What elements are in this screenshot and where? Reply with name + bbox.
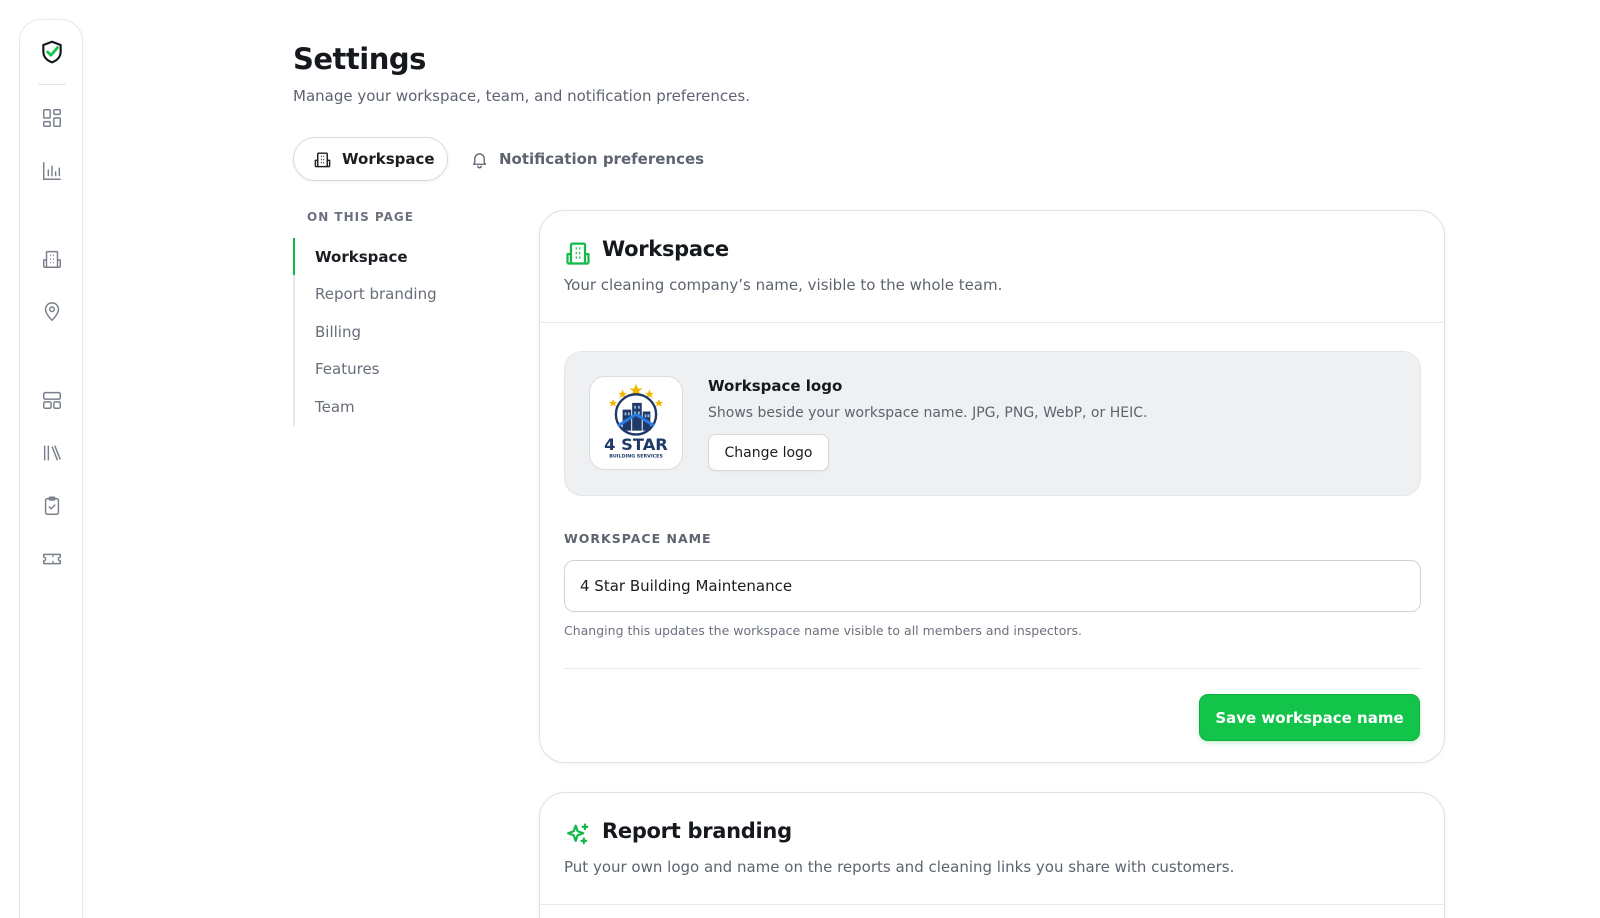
- card-description: Put your own logo and name on the report…: [564, 858, 1235, 876]
- save-workspace-name-button[interactable]: Save workspace name: [1199, 694, 1420, 741]
- on-this-page-item-team[interactable]: Team: [295, 388, 493, 426]
- sparkles-icon: [564, 821, 592, 849]
- ticket-icon[interactable]: [40, 547, 64, 571]
- building-icon: [564, 239, 592, 267]
- workspace-logo-panel: 4 STAR BUILDING SERVICES Workspace logo …: [564, 351, 1421, 496]
- on-this-page-item-report-branding[interactable]: Report branding: [295, 276, 493, 314]
- workspace-logo-title: Workspace logo: [708, 377, 843, 395]
- workspace-logo-description: Shows beside your workspace name. JPG, P…: [708, 405, 1148, 421]
- layout-icon[interactable]: [40, 388, 64, 412]
- clipboard-check-icon[interactable]: [40, 494, 64, 518]
- report-branding-card: Report branding Put your own logo and na…: [539, 792, 1445, 918]
- bar-chart-icon[interactable]: [40, 159, 64, 183]
- change-logo-button[interactable]: Change logo: [708, 434, 829, 471]
- on-this-page-list: Workspace Report branding Billing Featur…: [293, 238, 493, 426]
- tab-label: Workspace: [342, 150, 435, 168]
- on-this-page-item-features[interactable]: Features: [295, 351, 493, 389]
- tab-workspace[interactable]: Workspace: [293, 137, 448, 181]
- card-divider: [540, 322, 1444, 323]
- field-divider: [564, 668, 1421, 669]
- dashboard-grid-icon[interactable]: [40, 106, 64, 130]
- workspace-name-help: Changing this updates the workspace name…: [564, 623, 1082, 638]
- logo-brand-text: 4 STAR: [604, 435, 668, 454]
- page-title: Settings: [293, 42, 426, 76]
- workspace-card: Workspace Your cleaning company’s name, …: [539, 210, 1445, 763]
- logo-brand-subtext: BUILDING SERVICES: [609, 453, 663, 459]
- card-title: Report branding: [602, 819, 792, 843]
- shield-check-icon[interactable]: [39, 39, 65, 65]
- tab-label: Notification preferences: [499, 150, 705, 168]
- workspace-logo-image: 4 STAR BUILDING SERVICES: [589, 376, 683, 470]
- on-this-page-item-billing[interactable]: Billing: [295, 313, 493, 351]
- workspace-name-label: WORKSPACE NAME: [564, 531, 712, 546]
- rail-divider: [38, 84, 66, 85]
- building-icon[interactable]: [40, 247, 64, 271]
- page-subtitle: Manage your workspace, team, and notific…: [293, 87, 750, 105]
- map-pin-icon[interactable]: [40, 300, 64, 324]
- card-title: Workspace: [602, 237, 729, 261]
- card-divider: [540, 904, 1444, 905]
- on-this-page-item-workspace[interactable]: Workspace: [293, 238, 493, 276]
- card-description: Your cleaning company’s name, visible to…: [564, 276, 1003, 294]
- bell-icon: [472, 152, 487, 168]
- tab-notification-preferences[interactable]: Notification preferences: [470, 137, 704, 181]
- on-this-page-heading: ON THIS PAGE: [307, 210, 414, 224]
- building-icon: [314, 151, 331, 167]
- workspace-name-input[interactable]: [564, 560, 1421, 612]
- library-icon[interactable]: [40, 441, 64, 465]
- sidebar-rail: [19, 19, 83, 918]
